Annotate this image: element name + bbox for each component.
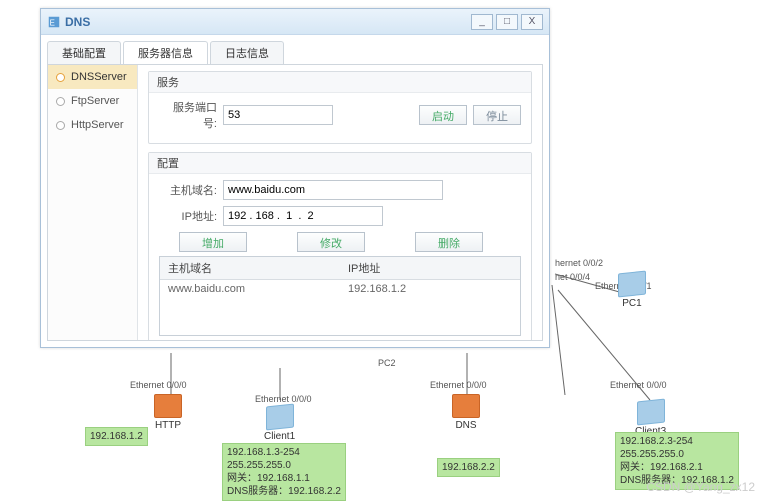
host-input[interactable] [223, 180, 443, 200]
tab-server-info[interactable]: 服务器信息 [123, 41, 208, 64]
tab-log[interactable]: 日志信息 [210, 41, 284, 64]
tabs: 基础配置 服务器信息 日志信息 [47, 41, 543, 65]
svg-text:E: E [50, 18, 55, 27]
server-icon [452, 394, 480, 418]
tab-basic[interactable]: 基础配置 [47, 41, 121, 64]
port-input[interactable] [223, 105, 333, 125]
host-label: 主机域名: [159, 182, 217, 198]
port-label: 服务端口号: [159, 99, 217, 131]
ip-input[interactable] [223, 206, 383, 226]
app-icon: E [47, 15, 61, 29]
sidebar-item-dns[interactable]: DNSServer [48, 65, 137, 89]
group-title: 配置 [149, 153, 531, 174]
iface-label: Ethernet 0/0/0 [610, 380, 667, 390]
sidebar-item-http[interactable]: HttpServer [48, 113, 137, 137]
records-table[interactable]: 主机域名 IP地址 www.baidu.com 192.168.1.2 [159, 256, 521, 336]
pc-icon [637, 399, 665, 426]
iface-label: Ethernet 0/0/0 [430, 380, 487, 390]
delete-button[interactable]: 删除 [415, 232, 483, 252]
note: 192.168.2.2 [437, 458, 500, 477]
server-icon [154, 394, 182, 418]
iface-label: net 0/0/4 [555, 272, 590, 282]
node-dns[interactable]: DNS [452, 394, 480, 431]
iface-label: Ethernet 0/0/0 [255, 394, 312, 404]
group-title: 服务 [149, 72, 531, 93]
maximize-button[interactable]: □ [496, 14, 518, 30]
note: 192.168.1.3-254 255.255.255.0 网关：192.168… [222, 443, 346, 501]
group-service: 服务 服务端口号: 启动 停止 [148, 71, 532, 144]
pc-icon [266, 404, 294, 431]
pc-icon [618, 271, 646, 298]
titlebar[interactable]: E DNS _ □ X [41, 9, 549, 35]
watermark: CSDN @Yang_zx12 [646, 480, 755, 494]
pc2-label: PC2 [378, 358, 396, 368]
minimize-button[interactable]: _ [471, 14, 493, 30]
node-http[interactable]: HTTP [154, 394, 182, 431]
node-pc1[interactable]: PC1 [618, 272, 646, 309]
dns-window: E DNS _ □ X 基础配置 服务器信息 日志信息 DNSServer Ft… [40, 8, 550, 348]
window-title: DNS [65, 15, 468, 29]
stop-button[interactable]: 停止 [473, 105, 521, 125]
close-button[interactable]: X [521, 14, 543, 30]
iface-label: Ethernet 0/0/1 [595, 281, 652, 291]
ip-label: IP地址: [159, 208, 217, 224]
group-config: 配置 主机域名: IP地址: 增加 修改 删除 [148, 152, 532, 340]
iface-label: Ethernet 0/0/0 [130, 380, 187, 390]
add-button[interactable]: 增加 [179, 232, 247, 252]
radio-icon [56, 121, 65, 130]
note: 192.168.1.2 [85, 427, 148, 446]
radio-icon [56, 73, 65, 82]
radio-icon [56, 97, 65, 106]
node-client3[interactable]: Client3 [635, 400, 666, 437]
start-button[interactable]: 启动 [419, 105, 467, 125]
node-client1[interactable]: Client1 [264, 405, 295, 442]
sidebar-item-ftp[interactable]: FtpServer [48, 89, 137, 113]
iface-label: hernet 0/0/2 [555, 258, 603, 268]
table-row[interactable]: www.baidu.com 192.168.1.2 [160, 280, 520, 298]
sidebar: DNSServer FtpServer HttpServer [48, 65, 138, 340]
table-header: 主机域名 IP地址 [160, 257, 520, 280]
edit-button[interactable]: 修改 [297, 232, 365, 252]
